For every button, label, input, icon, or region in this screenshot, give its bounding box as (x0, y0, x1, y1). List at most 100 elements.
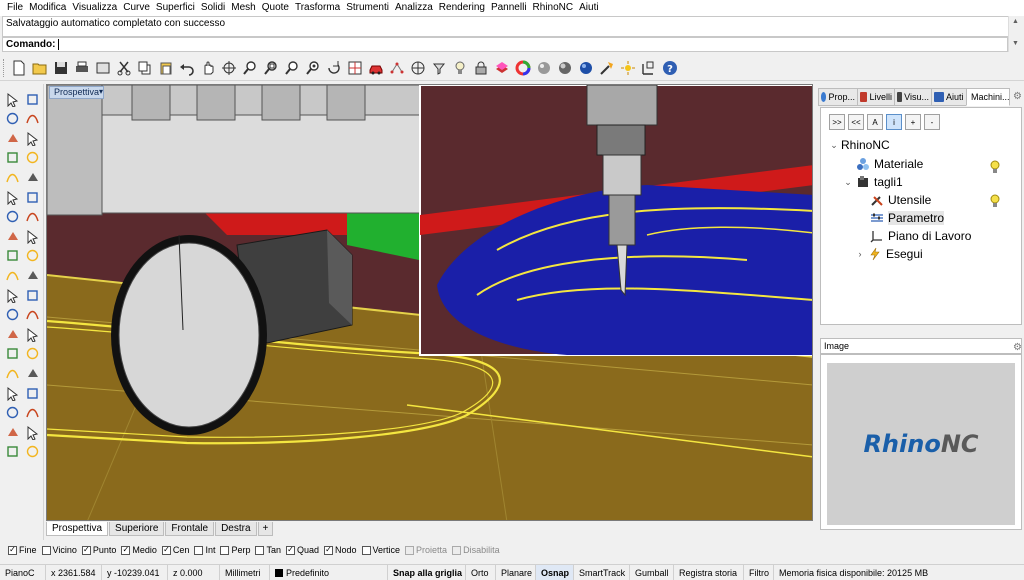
panel-gear-icon[interactable]: ⚙ (1013, 91, 1022, 102)
move-icon[interactable] (3, 345, 21, 363)
ortho-toggle[interactable]: Orto (466, 564, 496, 580)
color-wheel-icon[interactable] (513, 58, 533, 78)
open-file-icon[interactable] (30, 58, 50, 78)
helix-icon[interactable] (23, 188, 41, 206)
fillet-icon[interactable] (3, 266, 21, 284)
select-arrow-icon[interactable] (3, 90, 21, 108)
viewport-tab-prospettiva[interactable]: Prospettiva (46, 522, 109, 536)
menu-analizza[interactable]: Analizza (392, 0, 436, 16)
viewport-title[interactable]: Prospettiva (49, 86, 105, 99)
light-icon[interactable] (450, 58, 470, 78)
osnap-nodo[interactable]: ✓ Nodo (324, 545, 357, 555)
menu-modifica[interactable]: Modifica (26, 0, 69, 16)
cylinder-icon[interactable] (3, 247, 21, 265)
scale-icon[interactable] (3, 364, 21, 382)
text-icon[interactable] (3, 423, 21, 441)
perspective-viewport[interactable]: Prospettiva ▾ (46, 84, 813, 521)
group-icon[interactable] (3, 286, 21, 304)
rendered-sphere-icon[interactable] (555, 58, 575, 78)
zoom-out-button[interactable]: - (924, 114, 940, 130)
rotate-view-icon[interactable] (219, 58, 239, 78)
menu-superfici[interactable]: Superfici (153, 0, 198, 16)
print-icon[interactable] (72, 58, 92, 78)
block-icon[interactable] (3, 384, 21, 402)
status-units[interactable]: Millimetri (220, 564, 270, 580)
select-points-icon[interactable] (387, 58, 407, 78)
checkbox[interactable] (361, 545, 371, 555)
surface-icon[interactable] (23, 227, 41, 245)
arc-icon[interactable] (23, 129, 41, 147)
tree-tool[interactable]: Utensile (869, 192, 931, 208)
menu-solidi[interactable]: Solidi (198, 0, 228, 16)
box-solid-icon[interactable] (3, 208, 21, 226)
panel-tab-layers[interactable]: Livelli (857, 88, 895, 106)
undo-icon[interactable] (177, 58, 197, 78)
status-cplane[interactable]: PianoC (0, 564, 46, 580)
menu-file[interactable]: File (4, 0, 26, 16)
tree-param[interactable]: Parametro (869, 210, 945, 226)
undo-view-icon[interactable] (324, 58, 344, 78)
scroll-down-icon[interactable]: ▼ (1012, 40, 1019, 47)
explode-icon[interactable] (23, 266, 41, 284)
checkbox[interactable]: ✓ (8, 545, 17, 555)
add-viewport-tab-button[interactable]: + (257, 522, 274, 536)
polygon-icon[interactable] (3, 149, 21, 167)
tree-run[interactable]: › Esegui (855, 246, 923, 262)
osnap-punto[interactable]: ✓ Punto (81, 545, 116, 555)
osnap-int[interactable]: Int (194, 545, 215, 555)
viewport-tab-destra[interactable]: Destra (215, 522, 257, 536)
dimension-icon[interactable] (23, 404, 41, 422)
checkbox[interactable] (220, 545, 230, 555)
circle-icon[interactable] (3, 168, 21, 186)
paste-icon[interactable] (156, 58, 176, 78)
osnap-vicino[interactable]: Vicino (41, 545, 77, 555)
expand-icon[interactable]: › (855, 249, 865, 259)
checkbox[interactable] (41, 545, 51, 555)
menu-strumenti[interactable]: Strumenti (343, 0, 392, 16)
grid-snap-icon[interactable] (408, 58, 428, 78)
cplane-icon[interactable] (639, 58, 659, 78)
osnap-quad[interactable]: ✓ Quad (285, 545, 319, 555)
four-viewports-icon[interactable] (345, 58, 365, 78)
cut-icon[interactable] (114, 58, 134, 78)
new-file-icon[interactable] (9, 58, 29, 78)
osnap-toggle[interactable]: Osnap (536, 564, 574, 580)
menu-pannelli[interactable]: Pannelli (488, 0, 530, 16)
menu-mesh[interactable]: Mesh (228, 0, 258, 16)
command-line[interactable]: Comando: (2, 37, 1008, 52)
checkbox[interactable]: ✓ (161, 545, 171, 555)
options-icon[interactable] (597, 58, 617, 78)
osnap-cen[interactable]: ✓ Cen (161, 545, 189, 555)
menu-quote[interactable]: Quote (259, 0, 292, 16)
copy-icon[interactable] (135, 58, 155, 78)
checkbox[interactable]: ✓ (81, 545, 91, 555)
save-icon[interactable] (51, 58, 71, 78)
tree-plane[interactable]: Piano di Lavoro (869, 228, 971, 244)
curve-icon[interactable] (3, 129, 21, 147)
viewport-tab-superiore[interactable]: Superiore (109, 522, 165, 536)
tree-material[interactable]: Materiale (843, 156, 923, 172)
offset-icon[interactable] (23, 325, 41, 343)
checkbox[interactable]: ✓ (285, 545, 295, 555)
rectangle-icon[interactable] (23, 149, 41, 167)
zoom-window-icon[interactable] (261, 58, 281, 78)
help-icon[interactable]: ? (660, 58, 680, 78)
checkbox[interactable] (194, 545, 204, 555)
osnap-medio[interactable]: ✓ Medio (121, 545, 157, 555)
menu-aiuti[interactable]: Aiuti (576, 0, 601, 16)
viewport-scene[interactable] (47, 85, 813, 521)
tree-root[interactable]: ⌄ RhinoNC (829, 138, 889, 152)
snap-toggle[interactable]: Snap alla griglia (388, 564, 466, 580)
viewport-tab-frontale[interactable]: Frontale (165, 522, 215, 536)
sphere-icon[interactable] (23, 208, 41, 226)
analyze-icon[interactable] (23, 384, 41, 402)
menu-visualizza[interactable]: Visualizza (69, 0, 120, 16)
polyline-icon[interactable] (3, 110, 21, 128)
render-icon[interactable] (3, 443, 21, 461)
scroll-up-icon[interactable]: ▲ (1012, 18, 1019, 25)
image-panel-gear-icon[interactable]: ⚙ (1013, 342, 1022, 353)
viewport-menu-arrow-icon[interactable]: ▾ (99, 87, 103, 96)
info-button[interactable]: i (886, 114, 902, 130)
panel-tab-help[interactable]: Aiuti (931, 88, 967, 106)
line-icon[interactable] (23, 110, 41, 128)
